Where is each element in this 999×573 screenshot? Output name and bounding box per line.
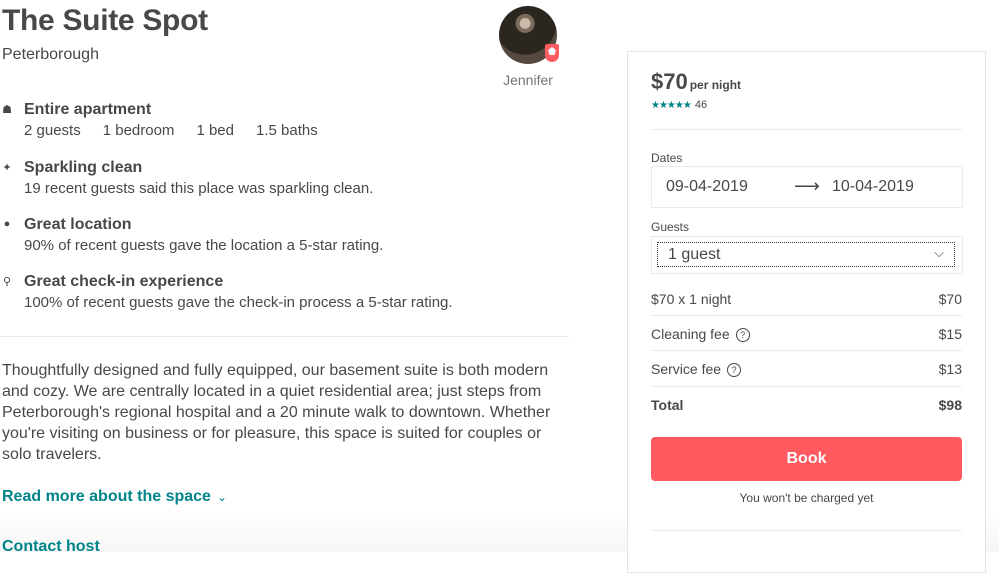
guests-select-focus[interactable]: 1 guest ⌵ <box>657 242 955 267</box>
star-rating-icon: ★★★★★ <box>651 100 692 111</box>
date-range-picker[interactable]: 09-04-2019 ⟶ 10-04-2019 <box>651 166 963 208</box>
section-divider <box>0 336 569 337</box>
contact-host-link[interactable]: Contact host <box>2 538 100 556</box>
price-line-total: Total $98 <box>651 397 962 413</box>
book-button[interactable]: Book <box>651 437 962 481</box>
rating-summary[interactable]: ★★★★★ 46 <box>651 99 707 111</box>
question-icon[interactable]: ? <box>735 328 750 342</box>
service-amount: $13 <box>938 361 962 377</box>
highlight-text: 19 recent guests said this place was spa… <box>24 180 374 197</box>
review-count: 46 <box>694 99 708 111</box>
highlight-text: 90% of recent guests gave the location a… <box>24 237 384 254</box>
price-line-nightly: $70 x 1 night $70 <box>651 291 962 307</box>
no-charge-note: You won't be charged yet <box>739 491 874 505</box>
price-display: $70 per night <box>651 69 741 95</box>
guests-label: Guests <box>651 220 690 234</box>
highlight-title: Great check-in experience <box>24 273 224 290</box>
guests-value[interactable]: 1 guest <box>668 246 720 264</box>
service-label: Service fee <box>651 361 722 377</box>
panel-divider <box>651 386 962 387</box>
panel-divider <box>651 350 962 351</box>
price-line-cleaning: Cleaning fee? $15 <box>651 326 962 342</box>
question-icon[interactable]: ? <box>727 363 742 377</box>
guests-select[interactable]: 1 guest ⌵ <box>651 236 963 274</box>
nightly-amount: $70 <box>938 291 962 307</box>
home-facts: 2 guests 1 bedroom 1 bed 1.5 baths <box>24 122 340 139</box>
panel-divider <box>651 530 962 531</box>
home-icon: ☗ <box>2 104 12 116</box>
superhost-badge-icon <box>545 44 559 62</box>
nightly-label: $70 x 1 night <box>651 291 732 307</box>
chevron-down-icon[interactable]: ⌄ <box>217 490 227 504</box>
highlight-text: 100% of recent guests gave the check-in … <box>24 294 453 311</box>
check-in-date[interactable]: 09-04-2019 <box>666 178 748 196</box>
chevron-down-icon[interactable]: ⌵ <box>934 245 944 261</box>
read-more-link[interactable]: Read more about the space ⌄ <box>2 488 227 506</box>
listing-title: The Suite Spot <box>2 4 208 37</box>
highlight-title: Sparkling clean <box>24 159 143 176</box>
cleaning-label: Cleaning fee <box>651 326 730 342</box>
price-unit: per night <box>689 78 742 92</box>
key-icon: ⚲ <box>2 276 12 288</box>
fact-bedrooms: 1 bedroom <box>102 122 175 139</box>
arrow-right-icon: ⟶ <box>794 176 820 196</box>
host-profile[interactable] <box>499 6 559 64</box>
total-label: Total <box>651 397 684 413</box>
listing-city: Peterborough <box>2 46 99 63</box>
booking-panel: $70 per night ★★★★★ 46 Dates 09-04-2019 ⟶ … <box>627 51 986 573</box>
listing-description: Thoughtfully designed and fully equipped… <box>2 362 551 463</box>
location-pin-icon: ● <box>3 218 11 230</box>
highlight-title: Great location <box>24 216 132 233</box>
fact-guests: 2 guests <box>24 122 81 139</box>
price-amount: $70 <box>651 69 688 94</box>
sparkle-icon: ✦ <box>2 162 12 174</box>
price-line-service: Service fee? $13 <box>651 361 962 377</box>
fact-baths: 1.5 baths <box>255 122 318 139</box>
host-avatar[interactable] <box>499 6 559 64</box>
total-amount: $98 <box>938 397 962 413</box>
highlight-title: Entire apartment <box>24 101 152 118</box>
read-more-label[interactable]: Read more about the space <box>2 488 211 505</box>
cleaning-amount: $15 <box>938 326 962 342</box>
dates-label: Dates <box>651 151 683 165</box>
check-out-date[interactable]: 10-04-2019 <box>832 178 914 196</box>
panel-divider <box>651 129 962 130</box>
host-name[interactable]: Jennifer <box>497 72 559 88</box>
fact-beds: 1 bed <box>196 122 234 139</box>
panel-divider <box>651 315 962 316</box>
